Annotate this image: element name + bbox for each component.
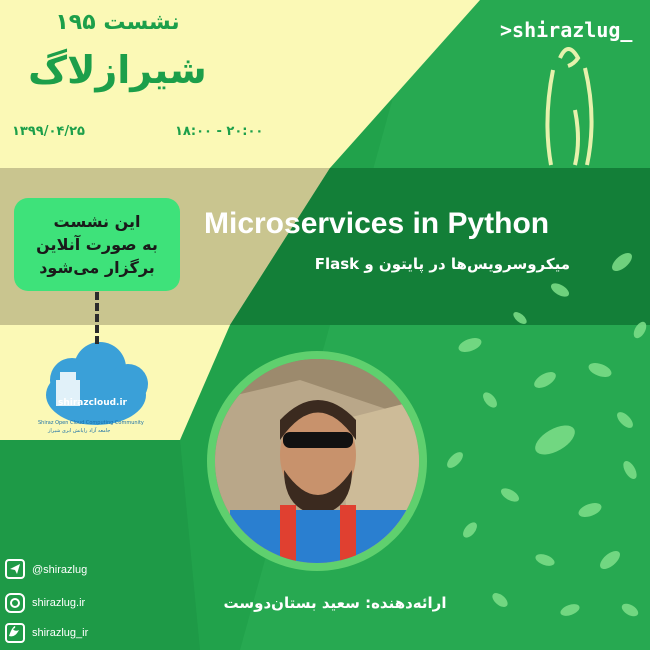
dashed-connector — [95, 292, 102, 344]
instagram-link[interactable]: shirazlug.ir — [32, 592, 85, 614]
twitter-handle: shirazlug_ir — [32, 627, 89, 639]
presenter-photo — [215, 359, 419, 563]
talk-title: Microservices in Python — [204, 207, 550, 240]
shirazlug-logo: >shirazlug_ — [500, 18, 633, 42]
sponsor-tagline-en: Shiraz Open Cloud Computing Community — [38, 420, 144, 426]
sponsor-name: shirazcloud.ir — [58, 398, 127, 408]
sponsor-tagline-fa: جامعه آزاد رایانش ابری شیراز — [48, 428, 111, 434]
twitter-link[interactable]: shirazlug_ir — [32, 622, 88, 644]
presenter-name: ارائه‌دهنده: سعید بستان‌دوست — [223, 594, 447, 612]
instagram-handle: shirazlug.ir — [32, 597, 86, 609]
telegram-link[interactable]: @shirazlug — [32, 559, 87, 581]
brand-name-fa: شیرازلاگ — [28, 48, 207, 92]
online-notice-line2: به صورت آنلاین — [36, 235, 158, 254]
event-date: ۱۳۹۹/۰۴/۲۵ — [12, 124, 85, 139]
talk-subtitle: میکروسرویس‌ها در پایتون و Flask — [314, 255, 570, 273]
event-time: ۱۸:۰۰ - ۲۰:۰۰ — [175, 124, 264, 139]
telegram-handle: @shirazlug — [32, 564, 88, 576]
online-notice: این نشست به صورت آنلاین برگزار می‌شود — [14, 198, 180, 291]
telegram-icon — [6, 560, 24, 578]
instagram-icon — [6, 594, 24, 612]
session-number: نشست ۱۹۵ — [55, 10, 180, 35]
online-notice-line1: این نشست — [53, 212, 141, 231]
twitter-icon — [6, 624, 24, 642]
online-notice-line3: برگزار می‌شود — [39, 258, 155, 277]
